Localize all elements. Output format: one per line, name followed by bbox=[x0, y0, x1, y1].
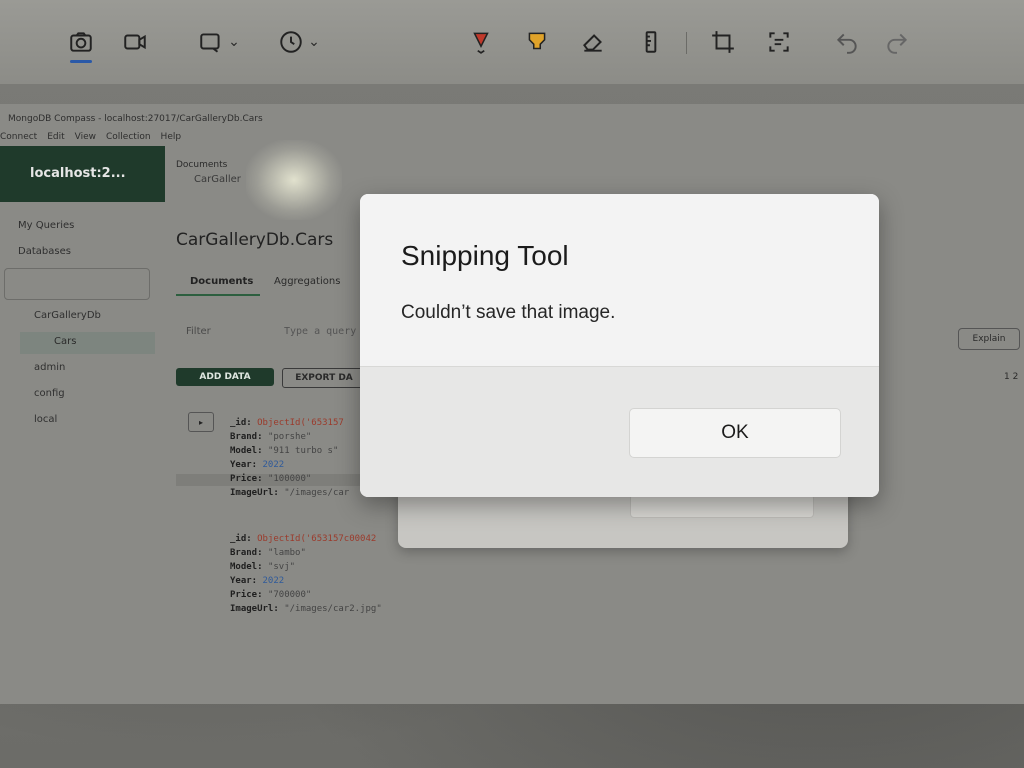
window-title: MongoDB Compass - localhost:27017/CarGal… bbox=[8, 114, 263, 124]
tab-documents[interactable]: Documents bbox=[190, 276, 253, 287]
menu-item-view[interactable]: View bbox=[75, 132, 96, 142]
tab-aggregations[interactable]: Aggregations bbox=[274, 276, 340, 287]
error-dialog: Snipping Tool Couldn’t save that image. … bbox=[360, 194, 879, 497]
tab-subtitle: CarGaller bbox=[194, 174, 241, 185]
sidebar-db-cargallerydb[interactable]: CarGalleryDb bbox=[34, 310, 101, 321]
snipping-toolbar: ⌄ ⌄ bbox=[0, 0, 1024, 84]
collection-label: Cars bbox=[54, 336, 77, 347]
sidebar-collection-selected[interactable]: Cars bbox=[20, 332, 155, 354]
sidebar-search-input[interactable] bbox=[4, 268, 150, 300]
menu-item-collection[interactable]: Collection bbox=[106, 132, 151, 142]
sidebar-item-databases[interactable]: Databases bbox=[18, 246, 71, 257]
dialog-body bbox=[360, 194, 879, 366]
connection-name[interactable]: localhost:2... bbox=[30, 166, 126, 181]
add-data-button[interactable]: ADD DATA bbox=[176, 368, 274, 386]
ruler-icon[interactable] bbox=[636, 26, 666, 58]
namespace-title: CarGalleryDb.Cars bbox=[176, 230, 334, 250]
sidebar-db-admin[interactable]: admin bbox=[34, 362, 65, 373]
screen-glare bbox=[246, 140, 342, 220]
chevron-down-icon: ⌄ bbox=[308, 34, 320, 50]
timer-icon[interactable]: ⌄ bbox=[274, 26, 324, 58]
video-icon[interactable] bbox=[120, 26, 150, 58]
sidebar-db-local[interactable]: local bbox=[34, 414, 57, 425]
dialog-message: Couldn’t save that image. bbox=[401, 302, 616, 323]
filter-label[interactable]: Filter bbox=[186, 326, 211, 337]
sidebar-item-my-queries[interactable]: My Queries bbox=[18, 220, 74, 231]
dialog-title: Snipping Tool bbox=[401, 240, 569, 271]
camera-icon[interactable] bbox=[66, 26, 96, 58]
menu-item-connect[interactable]: Connect bbox=[0, 132, 37, 142]
snip-mode-icon[interactable]: ⌄ bbox=[194, 26, 244, 58]
undo-icon[interactable] bbox=[832, 26, 862, 58]
menu-bar: Connect Edit View Collection Help bbox=[0, 132, 181, 142]
query-input[interactable]: Type a query bbox=[284, 326, 356, 337]
pagination[interactable]: 1 2 bbox=[1004, 372, 1018, 382]
document-card[interactable]: _id: ObjectId('653157c00042 Brand: "lamb… bbox=[230, 532, 382, 616]
export-data-button[interactable]: EXPORT DA bbox=[282, 368, 366, 388]
expand-document-icon[interactable]: ▸ bbox=[188, 412, 214, 432]
ok-button[interactable]: OK bbox=[629, 408, 841, 458]
chevron-down-icon: ⌄ bbox=[228, 34, 240, 50]
toolbar-divider bbox=[686, 32, 687, 54]
highlighter-icon[interactable] bbox=[522, 26, 552, 58]
redo-icon[interactable] bbox=[882, 26, 912, 58]
ballpoint-pen-icon[interactable] bbox=[466, 26, 496, 58]
eraser-icon[interactable] bbox=[578, 26, 608, 58]
text-actions-icon[interactable] bbox=[764, 26, 794, 58]
sidebar-db-config[interactable]: config bbox=[34, 388, 65, 399]
tab-documents-header[interactable]: Documents bbox=[176, 160, 227, 170]
document-card[interactable]: _id: ObjectId('653157 Brand: "porshe" Mo… bbox=[230, 416, 349, 500]
background-dialog-button bbox=[630, 494, 814, 518]
crop-icon[interactable] bbox=[708, 26, 738, 58]
sidebar: My Queries Databases CarGalleryDb admin … bbox=[0, 214, 165, 554]
menu-item-help[interactable]: Help bbox=[161, 132, 182, 142]
menu-item-edit[interactable]: Edit bbox=[47, 132, 64, 142]
explain-button[interactable]: Explain bbox=[958, 328, 1020, 350]
active-mode-indicator bbox=[70, 60, 92, 63]
active-tab-underline bbox=[176, 294, 260, 296]
